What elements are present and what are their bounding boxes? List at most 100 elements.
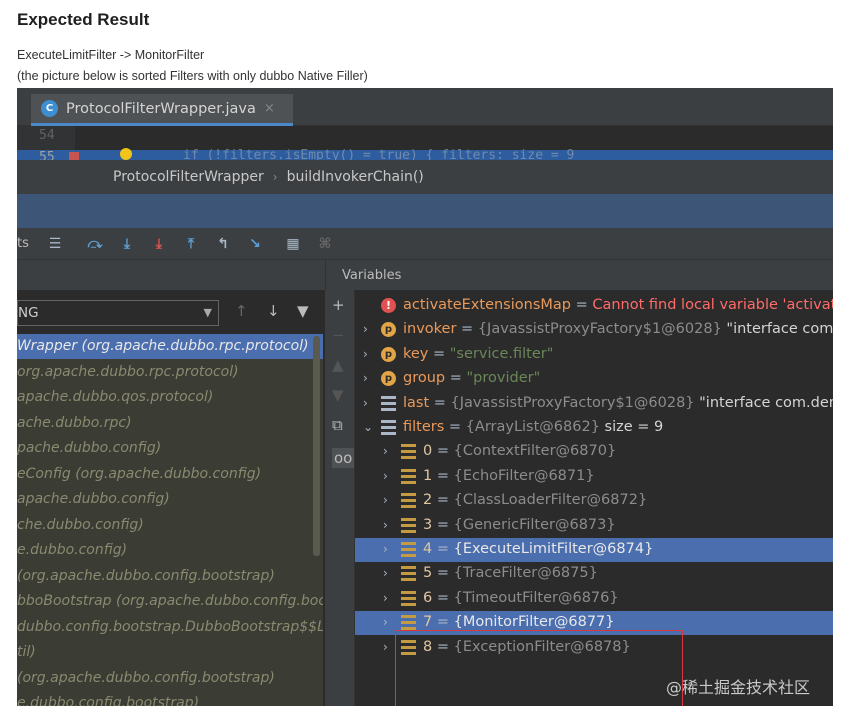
stack-frame[interactable]: bboBootstrap (org.apache.dubbo.config.bo… xyxy=(17,589,323,614)
arrow-up-icon[interactable]: ↑ xyxy=(235,302,248,320)
equals-sign: = xyxy=(456,321,478,338)
step-out-icon[interactable]: ⤒ xyxy=(181,234,201,254)
arrow-down-icon[interactable]: ↓ xyxy=(267,302,280,320)
variable-name: 7 xyxy=(423,614,433,631)
variable-row[interactable]: › last = {JavassistProxyFactory$1@6028} "… xyxy=(355,392,833,416)
variable-row[interactable]: › p group = "provider" xyxy=(355,367,833,391)
stack-frame[interactable]: e.dubbo.config.bootstrap) xyxy=(17,691,323,706)
copy-icon[interactable]: ⧉ xyxy=(332,416,343,434)
stack-frame[interactable]: apache.dubbo.config) xyxy=(17,487,323,512)
chevron-right-icon[interactable]: › xyxy=(383,591,388,605)
equals-sign: = xyxy=(428,345,450,362)
variable-row[interactable]: › p key = "service.filter" xyxy=(355,343,833,367)
variable-name: 3 xyxy=(423,516,433,533)
variable-row[interactable]: › 5 = {TraceFilter@6875} xyxy=(355,562,833,586)
chevron-right-icon[interactable]: › xyxy=(383,615,388,629)
lightbulb-icon[interactable] xyxy=(120,148,132,160)
equals-sign: = xyxy=(432,443,454,460)
variable-row[interactable]: › 6 = {TimeoutFilter@6876} xyxy=(355,587,833,611)
ide-screenshot: C ProtocolFilterWrapper.java × 54 55 if … xyxy=(17,88,833,706)
variable-text: 3 = {GenericFilter@6873} xyxy=(423,517,616,533)
list-item-icon xyxy=(401,493,416,509)
move-up-icon[interactable]: ▲ xyxy=(332,356,344,374)
add-watch-icon[interactable]: + xyxy=(332,296,345,314)
variable-text: invoker = {JavassistProxyFactory$1@6028}… xyxy=(403,321,833,337)
stack-frame[interactable]: ache.dubbo.rpc) xyxy=(17,411,323,436)
stack-frame[interactable]: Wrapper (org.apache.dubbo.rpc.protocol) xyxy=(17,334,323,359)
glasses-icon[interactable]: oo xyxy=(332,448,355,468)
stack-frame[interactable]: org.apache.dubbo.rpc.protocol) xyxy=(17,360,323,385)
step-into-icon[interactable]: ⤓ xyxy=(117,234,137,254)
tab-protocol-filter-wrapper[interactable]: C ProtocolFilterWrapper.java × xyxy=(31,94,293,126)
editor-tab-bar: C ProtocolFilterWrapper.java × xyxy=(17,88,833,126)
variable-value: {JavassistProxyFactory$1@6028} xyxy=(450,394,700,411)
step-over-icon[interactable]: ⤼ xyxy=(85,234,105,254)
variable-text: last = {JavassistProxyFactory$1@6028} "i… xyxy=(403,395,833,411)
variable-value: Cannot find local variable 'activate xyxy=(592,297,833,313)
chevron-right-icon[interactable]: › xyxy=(363,347,368,361)
stack-frame[interactable]: til) xyxy=(17,640,323,665)
filter-icon[interactable]: ▼ xyxy=(297,302,309,320)
equals-sign: = xyxy=(444,419,466,435)
parameter-icon: p xyxy=(381,346,396,362)
stack-frame[interactable]: (org.apache.dubbo.config.bootstrap) xyxy=(17,564,323,589)
equals-sign: = xyxy=(432,541,454,557)
watermark: @稀土掘金技术社区 xyxy=(666,678,811,697)
equals-sign: = xyxy=(570,297,593,313)
chevron-right-icon[interactable]: › xyxy=(363,396,368,410)
force-step-into-icon[interactable]: ⤓ xyxy=(149,234,169,254)
evaluate-icon[interactable]: ▦ xyxy=(283,234,303,254)
breakpoint-icon[interactable] xyxy=(69,152,79,160)
stack-frame[interactable]: che.dubbo.config) xyxy=(17,513,323,538)
variable-text: 5 = {TraceFilter@6875} xyxy=(423,565,598,581)
variable-value: {TraceFilter@6875} xyxy=(453,565,598,582)
stack-frame[interactable]: (org.apache.dubbo.config.bootstrap) xyxy=(17,666,323,691)
run-to-cursor-icon[interactable]: ↘ xyxy=(245,234,265,254)
breadcrumb-method[interactable]: buildInvokerChain() xyxy=(287,169,424,185)
variable-row[interactable]: › p invoker = {JavassistProxyFactory$1@602… xyxy=(355,318,833,342)
frames-menu-icon[interactable]: ☰ xyxy=(45,234,65,254)
frames-scrollbar[interactable] xyxy=(313,336,320,556)
remove-watch-icon[interactable]: − xyxy=(332,326,345,344)
chevron-right-icon[interactable]: › xyxy=(383,640,388,654)
toolbar-tab-text[interactable]: ts xyxy=(17,236,29,251)
variable-row[interactable]: › 3 = {GenericFilter@6873} xyxy=(355,514,833,538)
stack-frame[interactable]: e.dubbo.config) xyxy=(17,538,323,563)
chevron-right-icon[interactable]: › xyxy=(383,444,388,458)
debug-tool-window-header xyxy=(17,194,833,228)
drop-frame-icon[interactable]: ↰ xyxy=(213,234,233,254)
variable-value: {ArrayList@6862} xyxy=(465,419,605,435)
chevron-right-icon[interactable]: › xyxy=(383,566,388,580)
chevron-down-icon[interactable]: ⌄ xyxy=(363,420,373,434)
stack-frame[interactable]: apache.dubbo.qos.protocol) xyxy=(17,385,323,410)
list-item-icon xyxy=(401,615,416,631)
chevron-right-icon[interactable]: › xyxy=(383,493,388,507)
variable-row[interactable]: ⌄ filters = {ArrayList@6862} size = 9 xyxy=(355,416,833,440)
thread-selector[interactable]: NG ▼ xyxy=(17,300,219,326)
tab-label: ProtocolFilterWrapper.java xyxy=(66,100,256,117)
variable-value: {ClassLoaderFilter@6872} xyxy=(453,492,648,509)
chevron-right-icon[interactable]: › xyxy=(383,469,388,483)
stack-frame[interactable]: pache.dubbo.config) xyxy=(17,436,323,461)
trace-icon[interactable]: ⌘ xyxy=(315,234,335,254)
variable-name: key xyxy=(403,345,429,362)
close-icon[interactable]: × xyxy=(264,101,275,116)
breadcrumb-class[interactable]: ProtocolFilterWrapper xyxy=(113,169,264,185)
chevron-right-icon[interactable]: › xyxy=(363,371,368,385)
stack-frame[interactable]: dubbo.config.bootstrap.DubboBootstrap$$L xyxy=(17,615,323,640)
code-editor[interactable]: 54 55 if (!filters.isEmpty() = true) { f… xyxy=(17,126,833,165)
variable-row[interactable]: › 1 = {EchoFilter@6871} xyxy=(355,465,833,489)
move-down-icon[interactable]: ▼ xyxy=(332,386,344,404)
equals-sign: = xyxy=(429,394,451,411)
field-icon xyxy=(381,395,396,411)
variable-row[interactable]: › 4 = {ExecuteLimitFilter@6874} xyxy=(355,538,833,562)
variable-value: {ExecuteLimitFilter@6874} xyxy=(453,541,654,557)
chevron-right-icon[interactable]: › xyxy=(383,518,388,532)
chevron-right-icon[interactable]: › xyxy=(383,542,388,556)
variable-row[interactable]: › 2 = {ClassLoaderFilter@6872} xyxy=(355,489,833,513)
variable-value: {ContextFilter@6870} xyxy=(453,443,617,460)
stack-frame[interactable]: eConfig (org.apache.dubbo.config) xyxy=(17,462,323,487)
chevron-right-icon[interactable]: › xyxy=(363,322,368,336)
variable-row[interactable]: ! activateExtensionsMap = Cannot find loc… xyxy=(355,294,833,318)
variable-row[interactable]: › 0 = {ContextFilter@6870} xyxy=(355,440,833,464)
